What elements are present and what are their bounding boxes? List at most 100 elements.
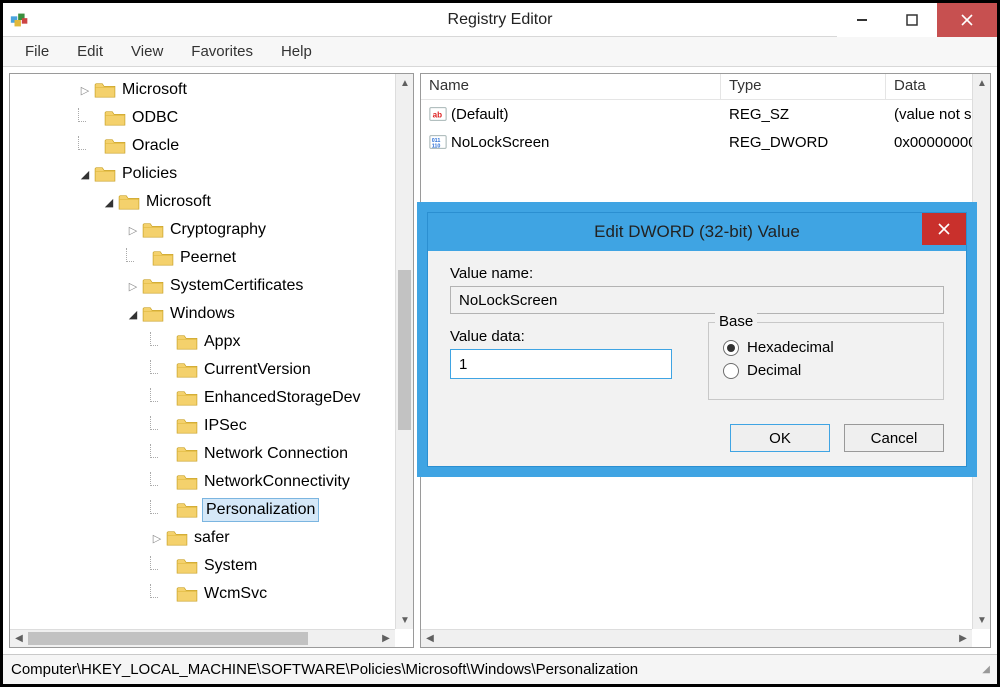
tree-pane: ▷MicrosoftODBCOracle◢Policies◢Microsoft▷… <box>9 73 414 648</box>
tree-node[interactable]: ODBC <box>10 104 395 132</box>
tree-node-label: Personalization <box>202 498 319 522</box>
menu-help[interactable]: Help <box>267 39 326 64</box>
tree-hscrollbar[interactable]: ◀ ▶ <box>10 629 395 647</box>
tree-node[interactable]: ◢ Policies <box>10 160 395 188</box>
tree-node[interactable]: NetworkConnectivity <box>10 468 395 496</box>
tree-node[interactable]: Appx <box>10 328 395 356</box>
tree-node[interactable]: Oracle <box>10 132 395 160</box>
resize-grip-icon[interactable]: ◢ <box>982 664 989 675</box>
tree-node[interactable]: Peernet <box>10 244 395 272</box>
tree-node-label: EnhancedStorageDev <box>202 386 363 410</box>
maximize-button[interactable] <box>887 3 937 37</box>
minimize-icon <box>856 14 868 26</box>
tree-node-label: Microsoft <box>120 78 189 102</box>
titlebar: Registry Editor <box>3 3 997 37</box>
scroll-right-icon[interactable]: ▶ <box>377 630 395 648</box>
menu-edit[interactable]: Edit <box>63 39 117 64</box>
main-window: Registry Editor File Edit View Favorites… <box>0 0 1000 687</box>
list-hscrollbar[interactable]: ◀ ▶ <box>421 629 972 647</box>
tree-node[interactable]: WcmSvc <box>10 580 395 608</box>
tree-node[interactable]: ◢Windows <box>10 300 395 328</box>
tree-vscrollbar[interactable]: ▲ ▼ <box>395 74 413 629</box>
tree-node[interactable]: ▷ Microsoft <box>10 76 395 104</box>
maximize-icon <box>906 14 918 26</box>
close-button[interactable] <box>937 3 997 37</box>
value-data-label: Value data: <box>450 328 680 345</box>
col-name[interactable]: Name <box>421 74 721 99</box>
tree-connector <box>150 416 158 430</box>
tree-node-label: NetworkConnectivity <box>202 470 352 494</box>
tree-connector <box>150 332 158 346</box>
scroll-left-icon[interactable]: ◀ <box>10 630 28 648</box>
tree-node[interactable]: Network Connection <box>10 440 395 468</box>
tree-node-label: Microsoft <box>144 190 213 214</box>
dialog-title: Edit DWORD (32-bit) Value <box>594 222 800 242</box>
list-row[interactable]: ab(Default)REG_SZ(value not s <box>421 100 972 128</box>
collapse-icon[interactable]: ◢ <box>126 307 140 321</box>
tree-node-label: Oracle <box>130 134 181 158</box>
radio-hex-label: Hexadecimal <box>747 339 834 356</box>
statusbar: Computer\HKEY_LOCAL_MACHINE\SOFTWARE\Pol… <box>3 654 997 684</box>
tree-node[interactable]: ▷ SystemCertificates <box>10 272 395 300</box>
svg-text:ab: ab <box>433 111 442 120</box>
cell-type: REG_SZ <box>721 106 886 123</box>
scroll-left-icon[interactable]: ◀ <box>421 630 439 648</box>
scroll-right-icon[interactable]: ▶ <box>954 630 972 648</box>
list-vscrollbar[interactable]: ▲ ▼ <box>972 74 990 629</box>
value-name-field[interactable] <box>450 286 944 314</box>
tree-connector <box>78 108 86 122</box>
expand-icon[interactable]: ▷ <box>150 531 164 545</box>
tree-node-label: Policies <box>120 162 179 186</box>
col-type[interactable]: Type <box>721 74 886 99</box>
tree-node-label: SystemCertificates <box>168 274 305 298</box>
radio-hexadecimal[interactable]: Hexadecimal <box>723 339 929 356</box>
expand-icon[interactable]: ▷ <box>126 279 140 293</box>
radio-decimal[interactable]: Decimal <box>723 362 929 379</box>
scroll-thumb-h[interactable] <box>28 632 308 645</box>
col-data[interactable]: Data <box>886 74 972 99</box>
tree-node[interactable]: System <box>10 552 395 580</box>
scroll-up-icon[interactable]: ▲ <box>396 74 413 92</box>
dialog-buttons: OK Cancel <box>450 424 944 452</box>
expand-icon[interactable]: ▷ <box>126 223 140 237</box>
scroll-down-icon[interactable]: ▼ <box>396 611 413 629</box>
tree-node-label: System <box>202 554 259 578</box>
tree-node[interactable]: ◢ Microsoft <box>10 188 395 216</box>
value-name-label: Value name: <box>450 265 944 282</box>
tree-node[interactable]: EnhancedStorageDev <box>10 384 395 412</box>
cancel-button[interactable]: Cancel <box>844 424 944 452</box>
scroll-down-icon[interactable]: ▼ <box>973 611 990 629</box>
menubar: File Edit View Favorites Help <box>3 37 997 67</box>
list-row[interactable]: 011110NoLockScreenREG_DWORD0x00000000 <box>421 128 972 156</box>
tree-node[interactable]: ▷Cryptography <box>10 216 395 244</box>
tree-node[interactable]: Personalization <box>10 496 395 524</box>
tree-node-label: Appx <box>202 330 242 354</box>
collapse-icon[interactable]: ◢ <box>78 167 92 181</box>
tree-node-label: CurrentVersion <box>202 358 313 382</box>
value-data-field[interactable] <box>450 349 672 379</box>
minimize-button[interactable] <box>837 3 887 37</box>
tree-node[interactable]: IPSec <box>10 412 395 440</box>
menu-favorites[interactable]: Favorites <box>177 39 267 64</box>
tree-node[interactable]: ▷safer <box>10 524 395 552</box>
app-icon <box>9 9 31 31</box>
registry-tree[interactable]: ▷MicrosoftODBCOracle◢Policies◢Microsoft▷… <box>10 74 395 629</box>
tree-node[interactable]: CurrentVersion <box>10 356 395 384</box>
scroll-thumb[interactable] <box>398 270 411 430</box>
base-group: Base Hexadecimal Decimal <box>708 322 944 400</box>
radio-dec-label: Decimal <box>747 362 801 379</box>
menu-view[interactable]: View <box>117 39 177 64</box>
tree-connector <box>150 472 158 486</box>
dialog-close-button[interactable] <box>922 213 966 245</box>
menu-file[interactable]: File <box>11 39 63 64</box>
ok-button[interactable]: OK <box>730 424 830 452</box>
expand-icon[interactable]: ▷ <box>78 83 92 97</box>
close-icon <box>961 14 973 26</box>
cell-name: 011110NoLockScreen <box>421 133 721 151</box>
tree-node-label: IPSec <box>202 414 249 438</box>
list-header: Name Type Data <box>421 74 972 100</box>
tree-connector <box>150 500 158 514</box>
collapse-icon[interactable]: ◢ <box>102 195 116 209</box>
tree-connector <box>150 444 158 458</box>
scroll-up-icon[interactable]: ▲ <box>973 74 990 92</box>
